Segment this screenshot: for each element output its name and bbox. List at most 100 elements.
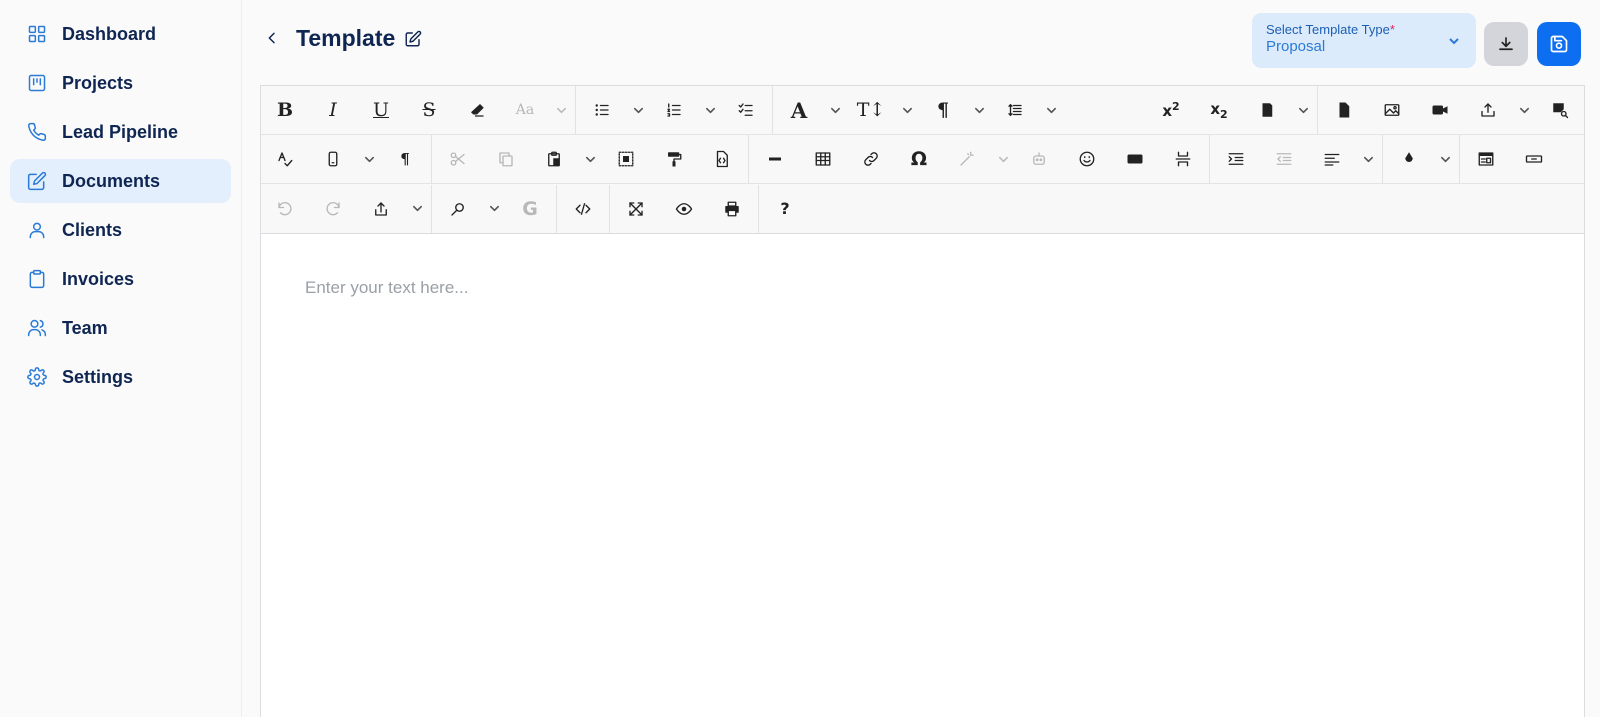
chevron-down-icon[interactable] (578, 135, 602, 183)
indent-icon[interactable] (1212, 135, 1260, 183)
italic-icon[interactable]: I (309, 86, 357, 134)
line-height-icon[interactable] (991, 86, 1039, 134)
code-view-icon[interactable] (559, 185, 607, 233)
sidebar-item-lead-pipeline[interactable]: Lead Pipeline (10, 110, 231, 154)
table-icon[interactable] (799, 135, 847, 183)
spellcheck-icon[interactable] (261, 135, 309, 183)
upload-icon[interactable] (1464, 86, 1512, 134)
sidebar-item-invoices[interactable]: Invoices (10, 257, 231, 301)
sidebar-item-label: Projects (62, 72, 134, 93)
chevron-down-icon[interactable] (405, 185, 429, 233)
template-type-select[interactable]: Select Template Type* Proposal (1252, 13, 1476, 68)
download-button[interactable] (1484, 22, 1528, 66)
sidebar-item-label: Documents (62, 170, 161, 191)
chevron-down-icon[interactable] (1356, 135, 1380, 183)
video-icon[interactable] (1416, 86, 1464, 134)
chevron-down-icon[interactable] (895, 86, 919, 134)
image-icon[interactable] (1368, 86, 1416, 134)
edit-title-button[interactable] (402, 28, 424, 50)
select-all-icon[interactable] (602, 135, 650, 183)
file-icon[interactable] (1243, 86, 1291, 134)
superscript-icon[interactable]: x2 (1147, 86, 1195, 134)
paste-icon[interactable] (530, 135, 578, 183)
horizontal-line-icon[interactable] (751, 135, 799, 183)
chevron-down-icon[interactable] (626, 86, 650, 134)
underline-icon[interactable]: U (357, 86, 405, 134)
text-color-icon[interactable] (1385, 135, 1433, 183)
keyboard-icon[interactable] (1111, 135, 1159, 183)
cut-icon[interactable] (434, 135, 482, 183)
eraser-icon[interactable] (453, 86, 501, 134)
page-break-icon[interactable] (1159, 135, 1207, 183)
sidebar-item-dashboard[interactable]: Dashboard (10, 12, 231, 56)
copy-icon[interactable] (482, 135, 530, 183)
search-icon[interactable] (434, 185, 482, 233)
link-icon[interactable] (847, 135, 895, 183)
toolbar-divider (1317, 86, 1318, 134)
checklist-icon[interactable] (722, 86, 770, 134)
dashboard-icon (26, 23, 48, 45)
chevron-down-icon[interactable] (1512, 86, 1536, 134)
chevron-down-icon[interactable] (698, 86, 722, 134)
projects-icon (26, 72, 48, 94)
template-type-value: Proposal (1266, 38, 1326, 55)
chevron-down-icon[interactable] (1433, 135, 1457, 183)
input-field-icon[interactable] (1510, 135, 1558, 183)
subscript-icon[interactable]: x2 (1195, 86, 1243, 134)
document-icon[interactable] (1320, 86, 1368, 134)
save-button[interactable] (1537, 22, 1581, 66)
chevron-down-icon[interactable] (823, 86, 847, 134)
mobile-view-icon[interactable] (309, 135, 357, 183)
user-icon (26, 219, 48, 241)
align-left-icon[interactable] (1308, 135, 1356, 183)
google-icon[interactable]: G (506, 185, 554, 233)
sidebar-item-clients[interactable]: Clients (10, 208, 231, 252)
special-character-icon[interactable]: Ω (895, 135, 943, 183)
toolbar-divider (748, 135, 749, 183)
sidebar-item-label: Invoices (62, 268, 135, 289)
outdent-icon[interactable] (1260, 135, 1308, 183)
sidebar-item-settings[interactable]: Settings (10, 355, 231, 399)
editor-content-area[interactable]: Enter your text here... (261, 234, 1584, 714)
print-icon[interactable] (708, 185, 756, 233)
undo-icon[interactable] (261, 185, 309, 233)
sidebar-item-label: Team (62, 317, 108, 338)
chevron-down-icon (1448, 34, 1460, 46)
chevron-down-icon[interactable] (357, 135, 381, 183)
chevron-down-icon[interactable] (967, 86, 991, 134)
magic-wand-icon[interactable] (943, 135, 991, 183)
chevron-down-icon[interactable] (991, 135, 1015, 183)
back-button[interactable] (260, 26, 284, 50)
toolbar-divider (1382, 135, 1383, 183)
sidebar-item-projects[interactable]: Projects (10, 61, 231, 105)
show-blocks-icon[interactable]: ¶ (381, 135, 429, 183)
sidebar-item-team[interactable]: Team (10, 306, 231, 350)
chevron-down-icon[interactable] (1039, 86, 1063, 134)
emoji-icon[interactable] (1063, 135, 1111, 183)
chevron-down-icon[interactable] (482, 185, 506, 233)
sidebar-item-documents[interactable]: Documents (10, 159, 231, 203)
paragraph-icon[interactable]: ¶ (919, 86, 967, 134)
format-painter-icon[interactable] (650, 135, 698, 183)
preview-eye-icon[interactable] (660, 185, 708, 233)
bullet-list-icon[interactable] (578, 86, 626, 134)
font-size-icon[interactable]: T↕ (847, 86, 895, 134)
bold-icon[interactable]: B (261, 86, 309, 134)
chevron-down-icon[interactable] (549, 86, 573, 134)
numbered-list-icon[interactable] (650, 86, 698, 134)
strikethrough-icon[interactable]: S (405, 86, 453, 134)
template-icon[interactable] (1462, 135, 1510, 183)
export-icon[interactable] (357, 185, 405, 233)
ai-assistant-icon[interactable] (1015, 135, 1063, 183)
fullscreen-icon[interactable] (612, 185, 660, 233)
font-case-icon[interactable]: Aa (501, 86, 549, 134)
font-family-icon[interactable]: A (775, 86, 823, 134)
toolbar-divider (431, 135, 432, 183)
toolbar-divider (575, 86, 576, 134)
image-search-icon[interactable] (1536, 86, 1584, 134)
chevron-down-icon[interactable] (1291, 86, 1315, 134)
help-icon[interactable]: ? (761, 185, 809, 233)
source-file-icon[interactable] (698, 135, 746, 183)
redo-icon[interactable] (309, 185, 357, 233)
main-content: Template Select Template Type* Proposal … (242, 0, 1600, 717)
